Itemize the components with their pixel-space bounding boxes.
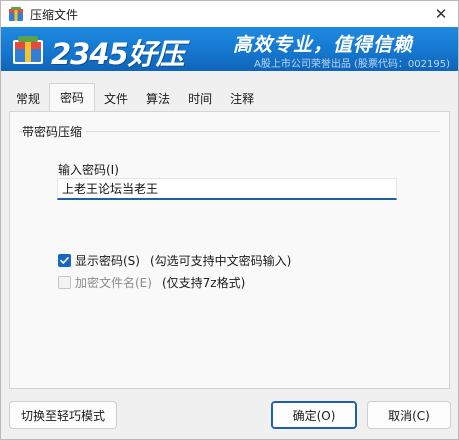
password-input[interactable]	[57, 178, 397, 200]
brand-tagline: A股上市公司荣誉出品 (股票代码：002195)	[254, 59, 450, 70]
brand-slogan: 高效专业，值得信赖	[233, 34, 414, 56]
password-label: 输入密码(I)	[58, 163, 119, 177]
title-bar[interactable]: 压缩文件 ✕	[1, 1, 458, 27]
encrypt-filenames-note: (仅支持7z格式)	[161, 276, 246, 290]
cancel-button[interactable]: 取消(C)	[367, 401, 451, 429]
tab-files[interactable]: 文件	[95, 85, 137, 111]
archive-box-icon	[13, 36, 43, 64]
encrypt-filenames-label: 加密文件名(E)	[75, 276, 152, 290]
encrypt-filenames-checkbox	[58, 276, 71, 289]
show-password-checkbox[interactable]	[58, 254, 71, 267]
encrypt-filenames-option: 加密文件名(E) (仅支持7z格式)	[58, 274, 245, 291]
compress-dialog: 压缩文件 ✕ 2345好压 高效专业，值得信赖 A股上市公司荣誉出品 (股票代码…	[0, 0, 459, 440]
tab-password[interactable]: 密码	[49, 83, 96, 111]
show-password-note: (勾选可支持中文密码输入)	[149, 254, 292, 268]
ok-button[interactable]: 确定(O)	[271, 401, 357, 429]
checkmark-icon	[60, 257, 69, 264]
close-icon: ✕	[434, 5, 448, 23]
show-password-option[interactable]: 显示密码(S) (勾选可支持中文密码输入)	[58, 252, 291, 269]
show-password-label: 显示密码(S)	[75, 254, 140, 268]
brand-banner: 2345好压 高效专业，值得信赖 A股上市公司荣誉出品 (股票代码：002195…	[1, 27, 458, 71]
tab-time[interactable]: 时间	[179, 85, 221, 111]
archive-box-icon	[9, 7, 23, 21]
group-title: 带密码压缩	[22, 123, 87, 140]
switch-mode-button[interactable]: 切换至轻巧模式	[9, 401, 117, 429]
close-button[interactable]: ✕	[428, 2, 454, 26]
tab-comment[interactable]: 注释	[221, 85, 263, 111]
window-title: 压缩文件	[30, 8, 79, 22]
brand-name: 2345好压	[51, 37, 185, 71]
tab-general[interactable]: 常规	[7, 85, 49, 111]
tab-bar: 常规 密码 文件 算法 时间 注释	[7, 83, 263, 111]
tab-algorithm[interactable]: 算法	[137, 85, 179, 111]
